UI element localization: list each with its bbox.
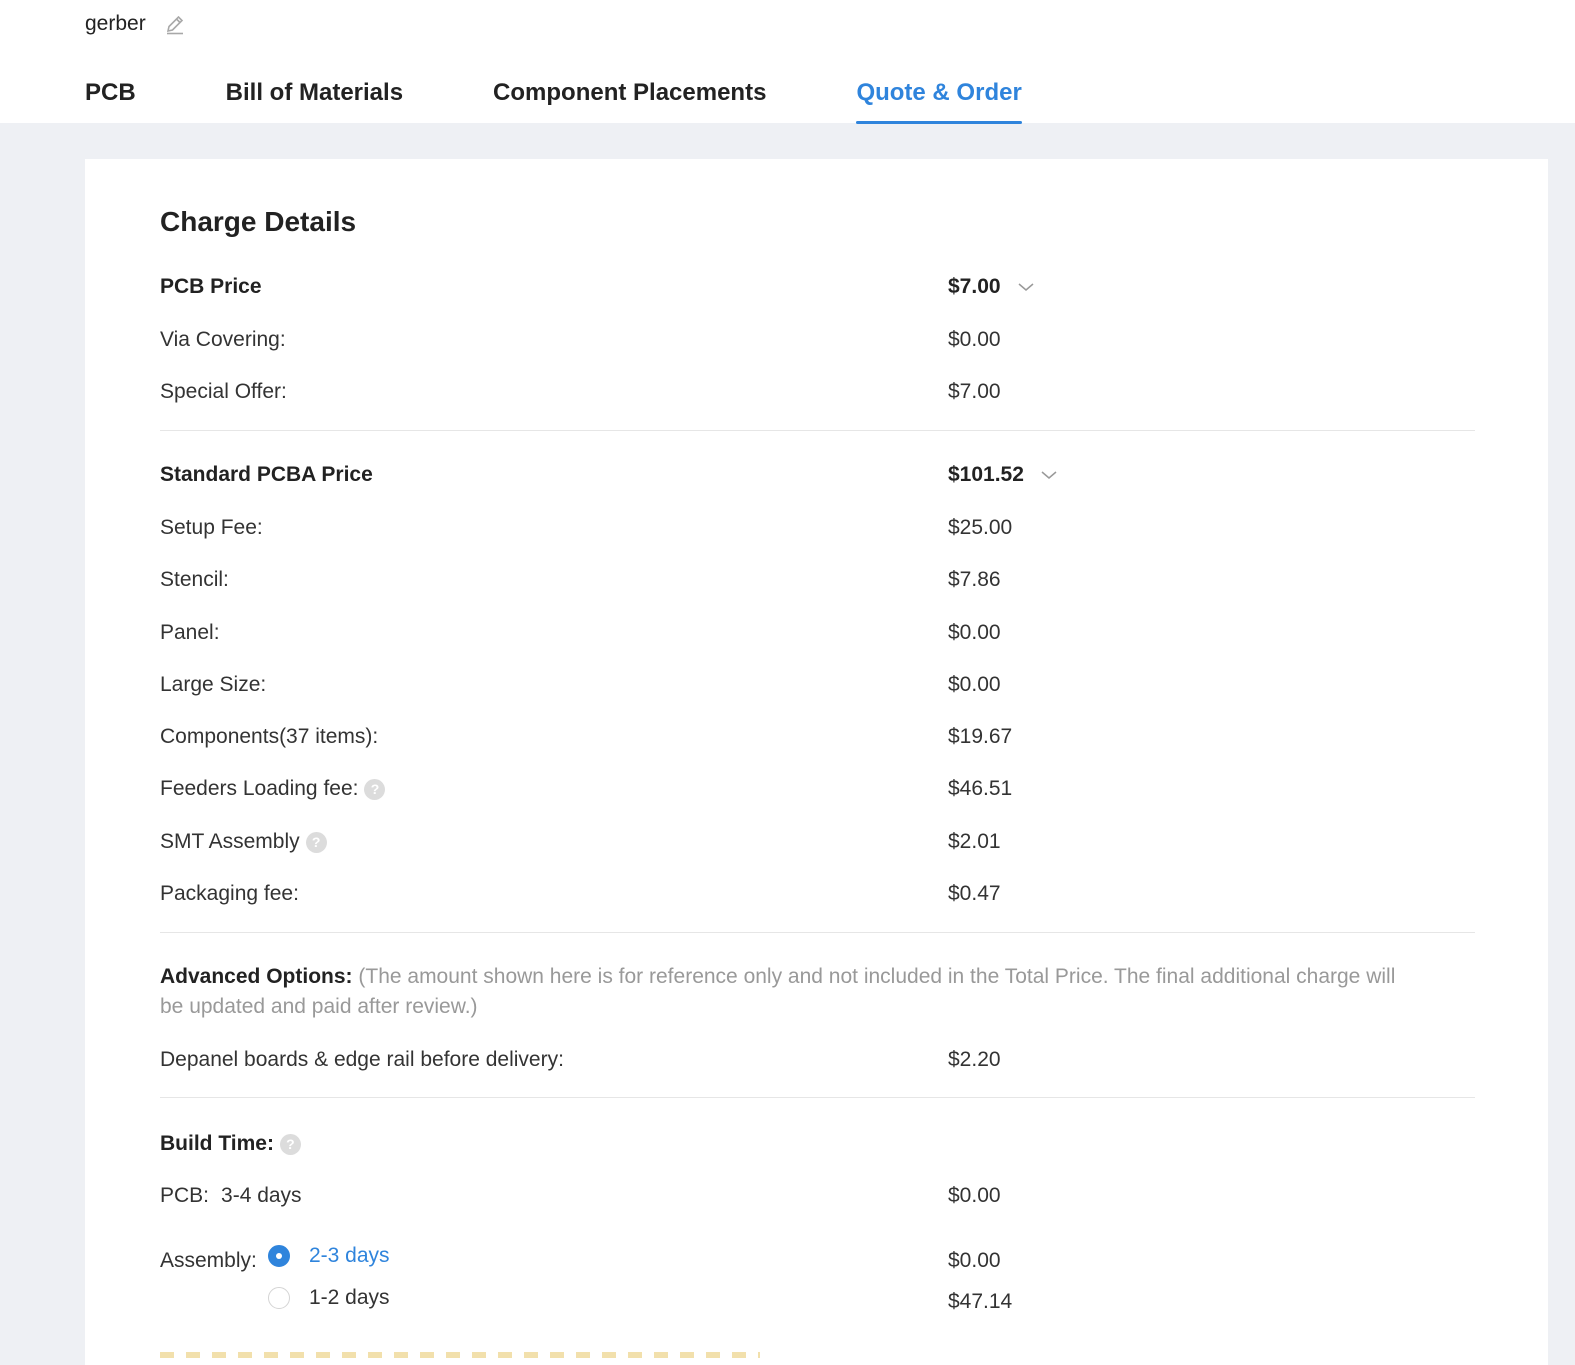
build-pcb-row: PCB: 3-4 days $0.00 — [160, 1180, 1475, 1212]
chevron-down-icon[interactable] — [1040, 466, 1058, 484]
build-pcb-label: PCB: — [160, 1184, 210, 1207]
advanced-options-label: Advanced Options: — [160, 965, 353, 988]
charge-row: Stencil: $7.86 — [160, 564, 1475, 596]
tab-quote-and-order[interactable]: Quote & Order — [856, 76, 1023, 124]
charge-value: $0.00 — [948, 673, 1001, 696]
file-name: gerber — [85, 12, 146, 35]
charge-label: Setup Fee: — [160, 516, 263, 539]
charge-value: $2.01 — [948, 830, 1001, 853]
question-icon[interactable]: ? — [279, 1133, 301, 1155]
charge-row: Large Size: $0.00 — [160, 669, 1475, 701]
section-divider — [160, 932, 1475, 933]
charge-label: Components(37 items): — [160, 725, 379, 748]
charge-row: Feeders Loading fee: ? $46.51 — [160, 773, 1475, 805]
charge-row: Panel: $0.00 — [160, 617, 1475, 649]
charge-value: $46.51 — [948, 777, 1013, 800]
charge-value: $2.20 — [948, 1048, 1001, 1071]
assembly-option-2-3-days[interactable]: 2-3 days — [268, 1241, 390, 1271]
assembly-price-option-1: $0.00 — [948, 1249, 1001, 1272]
question-icon[interactable]: ? — [305, 831, 327, 853]
charge-value: $7.86 — [948, 568, 1001, 591]
page-title: Charge Details — [160, 206, 357, 237]
section-divider — [160, 1097, 1475, 1098]
charge-value: $7.00 — [948, 380, 1001, 403]
assembly-label: Assembly: — [160, 1249, 257, 1272]
question-icon[interactable]: ? — [364, 778, 386, 800]
tab-bill-of-materials[interactable]: Bill of Materials — [226, 76, 403, 123]
file-name-row: gerber — [85, 12, 186, 36]
charge-label-group: SMT Assembly ? — [160, 826, 327, 858]
build-pcb-price: $0.00 — [948, 1184, 1001, 1207]
section-divider — [160, 430, 1475, 431]
charge-label: Panel: — [160, 621, 220, 644]
pcb-price-label: PCB Price — [160, 275, 262, 298]
assembly-option-label: 2-3 days — [309, 1244, 390, 1267]
build-time-label: Build Time: — [160, 1132, 274, 1155]
advanced-options-header: Advanced Options: (The amount shown here… — [160, 962, 1420, 1022]
pcb-price-row[interactable]: PCB Price $7.00 — [160, 271, 1475, 303]
tab-bar: PCB Bill of Materials Component Placemen… — [85, 76, 1023, 124]
chevron-down-icon[interactable] — [1017, 278, 1035, 296]
charge-label: Feeders Loading fee: — [160, 777, 359, 800]
tab-component-placements[interactable]: Component Placements — [493, 76, 766, 123]
pcba-price-value: $101.52 — [948, 463, 1024, 486]
charge-label-group: Feeders Loading fee: ? — [160, 773, 386, 805]
charge-value: $25.00 — [948, 516, 1013, 539]
pcba-price-row[interactable]: Standard PCBA Price $101.52 — [160, 459, 1475, 491]
pencil-icon[interactable] — [164, 13, 186, 35]
charge-label: SMT Assembly — [160, 830, 300, 853]
pcba-price-value-group: $101.52 — [948, 459, 1058, 491]
assembly-price-row-2: $47.14 — [160, 1286, 1475, 1318]
charge-row: SMT Assembly ? $2.01 — [160, 826, 1475, 858]
charge-value: $0.00 — [948, 328, 1001, 351]
top-bar: gerber PCB Bill of Materials Component P… — [0, 0, 1575, 124]
radio-button-checked[interactable] — [268, 1245, 290, 1267]
charge-row: Via Covering: $0.00 — [160, 324, 1475, 356]
charge-row: Setup Fee: $25.00 — [160, 512, 1475, 544]
charge-row: Components(37 items): $19.67 — [160, 721, 1475, 753]
charge-value: $19.67 — [948, 725, 1013, 748]
charge-label: Via Covering: — [160, 328, 286, 351]
charge-value: $0.47 — [948, 882, 1001, 905]
build-pcb-label-group: PCB: 3-4 days — [160, 1180, 302, 1212]
pcb-price-value-group: $7.00 — [948, 271, 1035, 303]
charge-label: Stencil: — [160, 568, 229, 591]
pcb-price-value: $7.00 — [948, 275, 1001, 298]
cropped-notice-text — [160, 1352, 760, 1358]
charge-label: Special Offer: — [160, 380, 287, 403]
charge-row: Depanel boards & edge rail before delive… — [160, 1044, 1475, 1076]
build-time-label-group: Build Time: ? — [160, 1128, 301, 1160]
charge-details-card: Charge Details PCB Price $7.00 Via Cover… — [85, 159, 1548, 1365]
charge-row: Special Offer: $7.00 — [160, 376, 1475, 408]
assembly-price-option-2: $47.14 — [948, 1290, 1013, 1313]
build-pcb-days: 3-4 days — [221, 1184, 302, 1207]
charge-label: Depanel boards & edge rail before delive… — [160, 1048, 564, 1071]
charge-row: Packaging fee: $0.47 — [160, 878, 1475, 910]
charge-label: Packaging fee: — [160, 882, 299, 905]
tab-pcb[interactable]: PCB — [85, 76, 136, 123]
pcba-price-label: Standard PCBA Price — [160, 463, 373, 486]
charge-label: Large Size: — [160, 673, 267, 696]
charge-value: $0.00 — [948, 621, 1001, 644]
build-time-row: Build Time: ? — [160, 1128, 1475, 1160]
